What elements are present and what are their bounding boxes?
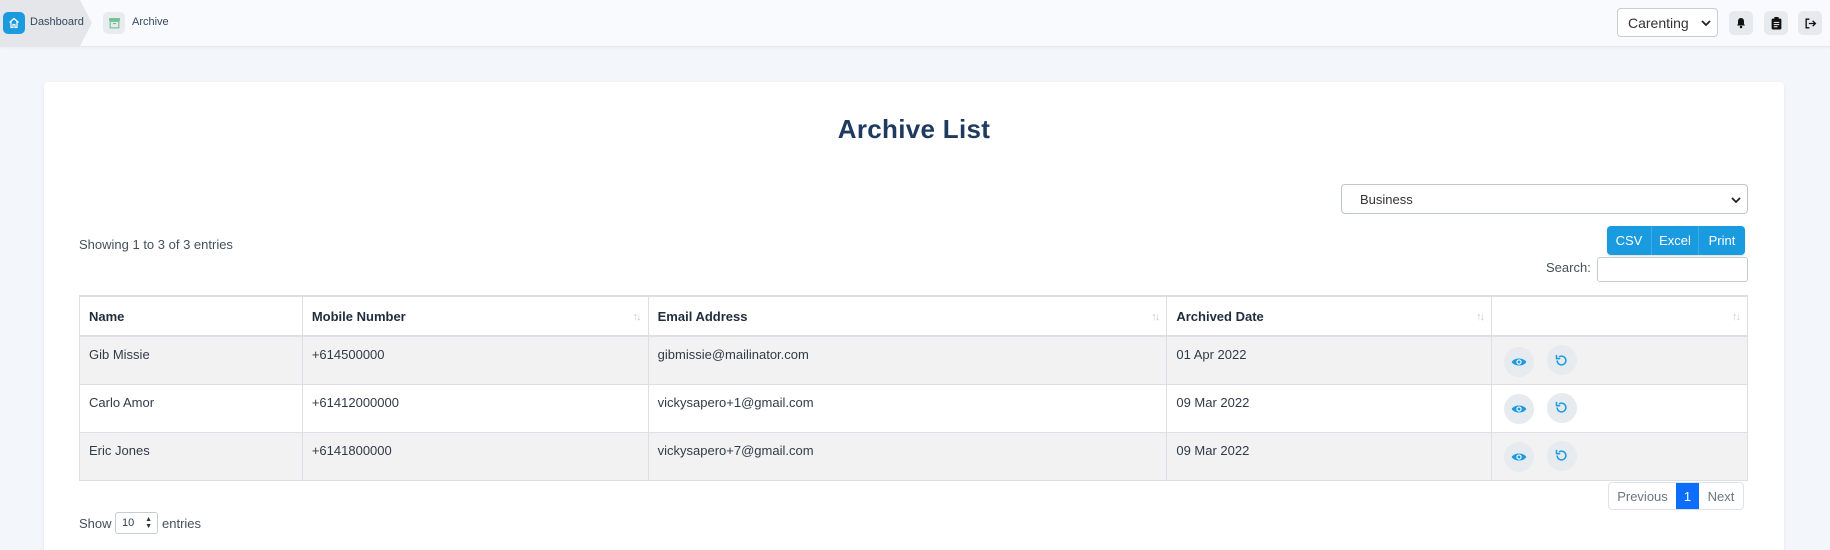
- table-row: Eric Jones +6141800000 vickysapero+7@gma…: [79, 431, 1748, 481]
- table-info: Showing 1 to 3 of 3 entries: [79, 237, 233, 252]
- tenant-select[interactable]: Carenting: [1617, 8, 1718, 37]
- view-button[interactable]: [1504, 442, 1535, 472]
- table-row: Gib Missie +614500000 gibmissie@mailinat…: [79, 335, 1748, 385]
- sort-icon: ↑↓: [1732, 311, 1741, 323]
- archive-card: Archive List Business Showing 1 to 3 of …: [44, 82, 1784, 550]
- page-length-value: 10: [122, 517, 135, 529]
- logout-button[interactable]: [1798, 11, 1822, 35]
- chevron-down-icon: [1701, 20, 1711, 27]
- cell-mobile: +61412000000: [301, 383, 649, 433]
- cell-actions: [1491, 431, 1748, 481]
- previous-page-button[interactable]: Previous: [1609, 483, 1676, 509]
- export-buttons: CSV Excel Print: [1607, 226, 1745, 255]
- chevron-down-icon: [1731, 197, 1741, 204]
- archive-table: Name Mobile Number ↑↓ Email Address ↑↓ Arc…: [79, 295, 1748, 481]
- restore-icon: [1556, 401, 1567, 413]
- cell-name: Eric Jones: [79, 431, 303, 481]
- category-select-value: Business: [1360, 191, 1413, 207]
- cell-mobile: +614500000: [301, 335, 649, 385]
- column-header-label: Email Address: [657, 308, 748, 324]
- sort-icon: ↑↓: [1476, 311, 1485, 323]
- table-header-row: Name Mobile Number ↑↓ Email Address ↑↓ Arc…: [79, 295, 1748, 337]
- column-header-archived-date[interactable]: Archived Date ↑↓: [1166, 295, 1493, 337]
- cell-email: vickysapero+7@gmail.com: [647, 431, 1168, 481]
- clipboard-icon: [1771, 16, 1781, 29]
- view-button[interactable]: [1504, 394, 1535, 424]
- eye-icon: [1511, 358, 1527, 365]
- column-header-label: Archived Date: [1176, 308, 1264, 324]
- cell-mobile: +6141800000: [301, 431, 649, 481]
- search-input[interactable]: [1597, 257, 1748, 282]
- cell-actions: [1491, 383, 1748, 433]
- sort-icon: ↑↓: [1151, 311, 1160, 323]
- print-button[interactable]: Print: [1699, 226, 1745, 255]
- cell-archived-date: 09 Mar 2022: [1166, 383, 1493, 433]
- page-1-button[interactable]: 1: [1676, 483, 1699, 509]
- restore-icon: [1556, 449, 1567, 461]
- tenant-select-value: Carenting: [1628, 14, 1689, 31]
- column-header-name[interactable]: Name: [79, 295, 303, 337]
- cell-email: vickysapero+1@gmail.com: [647, 383, 1168, 433]
- eye-icon: [1511, 405, 1527, 413]
- cell-archived-date: 09 Mar 2022: [1166, 431, 1493, 481]
- excel-button[interactable]: Excel: [1652, 226, 1699, 255]
- breadcrumb-current-label: Archive: [132, 16, 169, 28]
- clipboard-button[interactable]: [1764, 11, 1788, 35]
- restore-button[interactable]: [1546, 392, 1577, 423]
- category-select[interactable]: Business: [1341, 184, 1748, 214]
- cell-email: gibmissie@mailinator.com: [647, 335, 1168, 385]
- restore-button[interactable]: [1546, 345, 1577, 375]
- restore-button[interactable]: [1546, 440, 1577, 471]
- logout-icon: [1804, 17, 1816, 29]
- bell-icon: [1737, 18, 1745, 29]
- sort-icon: ↑↓: [632, 311, 642, 323]
- home-icon[interactable]: [3, 12, 25, 34]
- column-header-actions[interactable]: ↑↓: [1491, 295, 1748, 337]
- cell-name: Gib Missie: [79, 335, 303, 385]
- page-length-select[interactable]: 10 ▲ ▼: [115, 512, 158, 534]
- notifications-button[interactable]: [1729, 11, 1753, 35]
- updown-arrows-icon: ▲ ▼: [145, 516, 152, 530]
- view-button[interactable]: [1504, 346, 1535, 377]
- csv-button[interactable]: CSV: [1607, 226, 1652, 255]
- top-bar: Dashboard Archive Carenting: [0, 0, 1830, 47]
- eye-icon: [1511, 453, 1527, 461]
- cell-archived-date: 01 Apr 2022: [1166, 335, 1493, 385]
- length-show-label: Show: [79, 516, 112, 531]
- next-page-button[interactable]: Next: [1699, 483, 1743, 509]
- column-header-label: Mobile Number: [311, 308, 406, 324]
- cell-actions: [1491, 335, 1748, 385]
- breadcrumb-home-label[interactable]: Dashboard: [30, 16, 84, 28]
- column-header-label: Name: [89, 308, 125, 324]
- table-row: Carlo Amor +61412000000 vickysapero+1@gm…: [79, 383, 1748, 433]
- search-label: Search:: [1546, 260, 1591, 275]
- archive-icon: [103, 12, 125, 34]
- restore-icon: [1556, 354, 1567, 366]
- pagination: Previous 1 Next: [1608, 482, 1744, 510]
- column-header-email[interactable]: Email Address ↑↓: [647, 295, 1168, 337]
- cell-name: Carlo Amor: [79, 383, 303, 433]
- column-header-mobile[interactable]: Mobile Number ↑↓: [301, 295, 649, 337]
- page-title: Archive List: [837, 114, 991, 144]
- length-entries-label: entries: [162, 516, 202, 531]
